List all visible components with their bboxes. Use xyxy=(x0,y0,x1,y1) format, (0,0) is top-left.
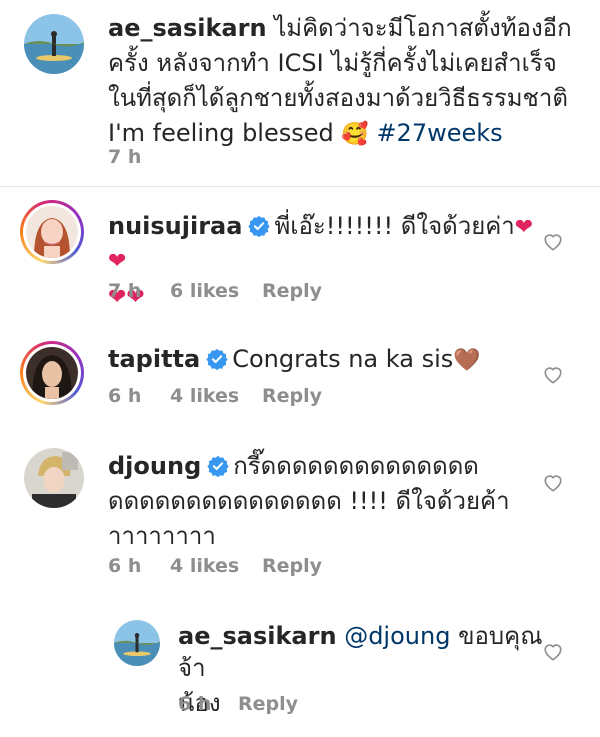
avatar-photo xyxy=(114,620,160,666)
comment-likes[interactable]: 6 likes xyxy=(170,279,262,303)
avatar[interactable] xyxy=(26,347,78,399)
comment-line-1-text: กรี๊ดดดดดดดดดดดดดด xyxy=(233,452,479,480)
caption-line-1: ae_sasikarn ไม่คิดว่าจะมีโอกาสตั้งท้องอี… xyxy=(108,12,588,44)
reply-button[interactable]: Reply xyxy=(262,384,322,408)
reply-button[interactable]: Reply xyxy=(262,279,322,303)
comment-meta: 7 h 6 likes Reply xyxy=(108,279,322,303)
comment-line-3: าาาาาาาา xyxy=(108,522,216,550)
avatar[interactable] xyxy=(26,206,78,258)
verified-badge-icon xyxy=(206,348,228,370)
caption-line-2: ครั้ง หลังจากทำ ICSI ไม่รู้กี่ครั้งไม่เค… xyxy=(108,49,557,77)
comment-line-1-text: Congrats na ka sis xyxy=(232,345,454,373)
caption-text: ae_sasikarn ไม่คิดว่าจะมีโอกาสตั้งท้องอี… xyxy=(108,12,588,151)
comment-time: 7 h xyxy=(108,280,142,302)
avatar[interactable] xyxy=(24,14,84,74)
reply-line-1: ae_sasikarn @djoung ขอบคุณจ้า xyxy=(178,620,548,684)
brown-heart-icon: 🤎 xyxy=(453,348,481,373)
comment-time: 6 h xyxy=(108,385,142,407)
like-heart-icon[interactable] xyxy=(542,641,564,661)
comment-likes[interactable]: 4 likes xyxy=(170,554,262,578)
avatar[interactable] xyxy=(114,620,160,666)
reply-time: 6 h xyxy=(178,693,212,715)
caption-time: 7 h xyxy=(108,146,142,168)
comment-time: 6 h xyxy=(108,555,142,577)
comment-line-1: nuisujiraa พี่เอ๊ะ!!!!!!! ดีใจด้วยค่า❤❤ xyxy=(108,210,548,278)
verified-badge-icon xyxy=(248,215,271,237)
comment-text: djoung กรี๊ดดดดดดดดดดดดดด ดดดดดดดดดดดดดด… xyxy=(108,450,548,552)
reply-meta: 6 h Reply xyxy=(178,692,298,716)
reply-button[interactable]: Reply xyxy=(238,692,298,716)
comment-username[interactable]: tapitta xyxy=(108,345,200,373)
hashtag-link[interactable]: #27weeks xyxy=(376,119,502,147)
avatar-photo xyxy=(26,206,78,258)
comment-text: tapitta Congrats na ka sis🤎 xyxy=(108,343,548,377)
reply-button[interactable]: Reply xyxy=(262,554,322,578)
caption-line-4-text: I'm feeling blessed xyxy=(108,119,334,147)
like-heart-icon[interactable] xyxy=(542,231,564,251)
avatar[interactable] xyxy=(24,448,84,508)
comments-screen: ae_sasikarn ไม่คิดว่าจะมีโอกาสตั้งท้องอี… xyxy=(0,0,600,737)
caption-line-4: I'm feeling blessed 🥰 #27weeks xyxy=(108,117,588,151)
comment-line-1: tapitta Congrats na ka sis🤎 xyxy=(108,343,548,377)
reply-username[interactable]: ae_sasikarn xyxy=(178,622,337,650)
caption-username[interactable]: ae_sasikarn xyxy=(108,14,267,42)
avatar-photo xyxy=(24,14,84,74)
verified-badge-icon xyxy=(207,455,229,477)
caption-meta: 7 h xyxy=(108,145,141,169)
like-heart-icon[interactable] xyxy=(542,472,564,492)
smiling-face-with-hearts-icon: 🥰 xyxy=(341,122,369,147)
post-caption: ae_sasikarn ไม่คิดว่าจะมีโอกาสตั้งท้องอี… xyxy=(0,0,600,186)
comment-line-2: ดดดดดดดดดดดดดดด !!!! ดีใจด้วยค้า xyxy=(108,487,510,515)
comment-line-1: djoung กรี๊ดดดดดดดดดดดดดด xyxy=(108,450,548,482)
like-heart-icon[interactable] xyxy=(542,364,564,384)
comment-username[interactable]: djoung xyxy=(108,452,201,480)
comment-meta: 6 h 4 likes Reply xyxy=(108,554,322,578)
comment-username[interactable]: nuisujiraa xyxy=(108,212,242,240)
caption-line-3: ในที่สุดก็ได้ลูกชายทั้งสองมาด้วยวิธีธรรม… xyxy=(108,84,568,112)
avatar-photo xyxy=(26,347,78,399)
comment-line-1-text: พี่เอ๊ะ!!!!!!! ดีใจด้วยค่า xyxy=(274,212,515,240)
comment-likes[interactable]: 4 likes xyxy=(170,384,262,408)
comment-meta: 6 h 4 likes Reply xyxy=(108,384,322,408)
caption-line-1-text: ไม่คิดว่าจะมีโอกาสตั้งท้องอีก xyxy=(274,14,572,42)
mention-link[interactable]: @djoung xyxy=(344,622,450,650)
divider xyxy=(0,186,600,187)
avatar-photo xyxy=(24,448,84,508)
